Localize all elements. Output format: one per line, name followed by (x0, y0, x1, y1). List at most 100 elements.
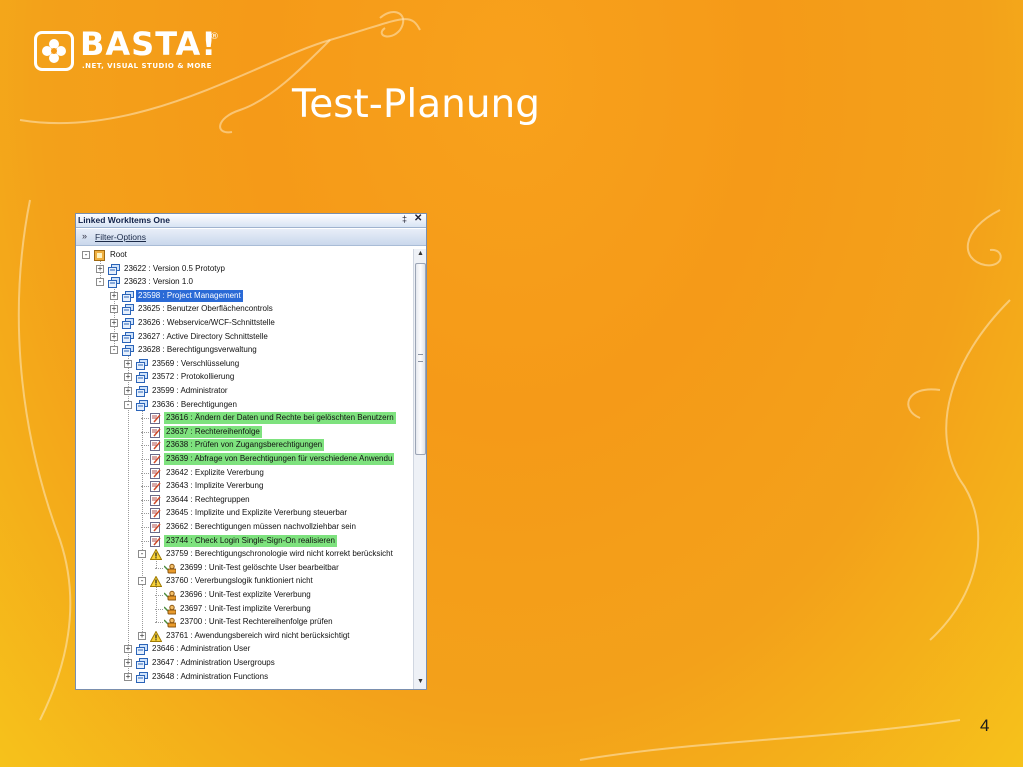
tree-item-label[interactable]: 23645 : Implizite und Explizite Vererbun… (164, 507, 349, 519)
tree-item-label[interactable]: 23760 : Vererbungslogik funktioniert nic… (164, 575, 315, 587)
expand-plus-icon[interactable]: + (138, 631, 146, 640)
basta-logo: BASTA! ® .NET, VISUAL STUDIO & MORE (34, 26, 234, 76)
tree-row[interactable]: +23646 : Administration User (76, 643, 406, 656)
requirement-note-icon (150, 508, 161, 520)
tree-item-label[interactable]: 23643 : Implizite Vererbung (164, 480, 265, 492)
tree-item-label[interactable]: 23700 : Unit-Test Rechtereihenfolge prüf… (178, 616, 335, 628)
collapse-minus-icon[interactable]: - (124, 400, 132, 409)
tree-row[interactable]: 23662 : Berechtigungen müssen nachvollzi… (76, 521, 406, 534)
tree-item-label[interactable]: 23642 : Explizite Vererbung (164, 467, 266, 479)
expand-plus-icon[interactable]: + (124, 672, 132, 681)
tree-row[interactable]: - 23623 : Version 1.0 (76, 276, 406, 289)
tree-item-label[interactable]: 23622 : Version 0.5 Prototyp (122, 263, 227, 275)
pin-icon[interactable]: ‡ (402, 214, 407, 224)
collapse-minus-icon[interactable]: - (82, 251, 90, 259)
tree-item-label[interactable]: 23639 : Abfrage von Berechtigungen für v… (164, 453, 395, 465)
tree-item-label[interactable]: 23761 : Awendungsbereich wird nicht berü… (164, 630, 352, 642)
test-case-icon (164, 563, 176, 574)
tree-item-label[interactable]: 23636 : Berechtigungen (150, 399, 239, 411)
tree-row[interactable]: - 23760 : Vererbungslogik funktioniert ni… (76, 575, 406, 588)
expand-plus-icon[interactable]: + (124, 359, 132, 368)
tree-item-label[interactable]: 23697 : Unit-Test implizite Vererbung (178, 603, 313, 615)
tree-row[interactable]: 23642 : Explizite Vererbung (76, 467, 406, 480)
filter-options-bar[interactable]: » Filter-Options (76, 229, 426, 246)
tree-item-label[interactable]: 23627 : Active Directory Schnittstelle (136, 331, 270, 343)
tree-item-label[interactable]: 23759 : Berechtigungschronologie wird ni… (164, 548, 395, 560)
test-case-icon (164, 604, 176, 615)
panel-title: Linked WorkItems One (78, 215, 170, 225)
scroll-up-arrow-icon[interactable]: ▲ (414, 250, 426, 262)
tree-row[interactable]: +23598 : Project Management (76, 288, 406, 303)
close-icon[interactable]: ✕ (414, 214, 422, 224)
collapse-minus-icon[interactable]: - (138, 550, 146, 559)
tree-row[interactable]: +23627 : Active Directory Schnittstelle (76, 331, 406, 344)
tree-row[interactable]: 23645 : Implizite und Explizite Vererbun… (76, 507, 406, 520)
tree-row[interactable]: +23647 : Administration Usergroups (76, 657, 406, 670)
expand-plus-icon[interactable]: + (124, 387, 132, 395)
tree-row[interactable]: - 23636 : Berechtigungen (76, 399, 406, 412)
tree-row[interactable]: 23696 : Unit-Test explizite Vererbung (76, 589, 406, 602)
collapse-minus-icon[interactable]: - (96, 278, 104, 287)
tree-item-label[interactable]: 23626 : Webservice/WCF-Schnittstelle (136, 317, 277, 329)
tree-item-label[interactable]: 23647 : Administration Usergroups (150, 657, 277, 669)
tree-row[interactable]: +23648 : Administration Functions (76, 671, 406, 684)
basta-flower-logo-icon (34, 31, 74, 71)
tree-row[interactable]: +23761 : Awendungsbereich wird nicht ber… (76, 630, 406, 643)
tree-item-label[interactable]: 23625 : Benutzer Oberflächencontrols (136, 303, 275, 315)
tree-row[interactable]: 23616 : Ändern der Daten und Rechte bei … (76, 412, 406, 425)
tree-row[interactable]: - 23628 : Berechtigungsverwaltung (76, 344, 406, 357)
tree-item-label[interactable]: 23623 : Version 1.0 (122, 276, 195, 288)
tree-item-label[interactable]: 23572 : Protokollierung (150, 371, 236, 383)
tree-item-label[interactable]: 23599 : Administrator (150, 385, 230, 397)
tree-item-label[interactable]: 23644 : Rechtegruppen (164, 494, 252, 506)
scrollbar-thumb[interactable] (415, 263, 426, 455)
tree-item-label[interactable]: 23662 : Berechtigungen müssen nachvollzi… (164, 521, 358, 533)
tree-item-label[interactable]: 23744 : Check Login Single-Sign-On reali… (164, 534, 337, 547)
tree-row[interactable]: +23622 : Version 0.5 Prototyp (76, 263, 406, 276)
tree-row[interactable]: 23644 : Rechtegruppen (76, 494, 406, 507)
expand-plus-icon[interactable]: + (124, 373, 132, 382)
tree-row[interactable]: 23697 : Unit-Test implizite Vererbung (76, 603, 406, 616)
requirement-note-icon (150, 535, 161, 547)
tree-item-label[interactable]: 23598 : Project Management (135, 288, 244, 303)
tree-row[interactable]: 23699 : Unit-Test gelöschte User bearbei… (76, 562, 406, 575)
tree-row[interactable]: +23626 : Webservice/WCF-Schnittstelle (76, 317, 406, 330)
tree-item-label[interactable]: 23648 : Administration Functions (150, 671, 270, 683)
expand-plus-icon[interactable]: + (96, 264, 104, 273)
slide-title: Test-Planung (292, 82, 541, 127)
expand-plus-icon[interactable]: + (110, 305, 118, 314)
logo-tagline: .NET, VISUAL STUDIO & MORE (82, 62, 212, 70)
tree-row[interactable]: 23643 : Implizite Vererbung (76, 480, 406, 493)
tree-row[interactable]: +23569 : Verschlüsselung (76, 358, 406, 371)
collapse-minus-icon[interactable]: - (138, 577, 146, 586)
tree-row[interactable]: 23744 : Check Login Single-Sign-On reali… (76, 534, 406, 548)
tree-row[interactable]: 23639 : Abfrage von Berechtigungen für v… (76, 453, 406, 466)
tree-row[interactable]: +23625 : Benutzer Oberflächencontrols (76, 303, 406, 316)
workitem-stack-icon (108, 277, 120, 289)
tree-item-label[interactable]: 23628 : Berechtigungsverwaltung (136, 344, 259, 356)
tree-item-label[interactable]: Root (108, 249, 129, 261)
tree-item-label[interactable]: 23638 : Prüfen von Zugangsberechtigungen (164, 439, 325, 452)
tree-row[interactable]: 23700 : Unit-Test Rechtereihenfolge prüf… (76, 616, 406, 629)
expand-plus-icon[interactable]: + (110, 332, 118, 341)
tree-item-label[interactable]: 23699 : Unit-Test gelöschte User bearbei… (178, 562, 341, 574)
tree-row[interactable]: +23572 : Protokollierung (76, 371, 406, 384)
tree-item-label[interactable]: 23569 : Verschlüsselung (150, 358, 241, 370)
tree-row[interactable]: +23599 : Administrator (76, 385, 406, 398)
scroll-down-arrow-icon[interactable]: ▼ (414, 678, 426, 689)
tree-item-label[interactable]: 23616 : Ändern der Daten und Rechte bei … (164, 412, 396, 425)
tree-item-label[interactable]: 23646 : Administration User (150, 643, 252, 655)
tree-row[interactable]: - 23759 : Berechtigungschronologie wird n… (76, 548, 406, 561)
workitem-stack-icon (136, 386, 148, 397)
tree-item-label[interactable]: 23696 : Unit-Test explizite Vererbung (178, 589, 313, 601)
expand-plus-icon[interactable]: + (110, 291, 118, 300)
expand-plus-icon[interactable]: + (124, 645, 132, 654)
tree-row[interactable]: 23638 : Prüfen von Zugangsberechtigungen (76, 439, 406, 452)
vertical-scrollbar[interactable]: ▲ ▼ (413, 249, 426, 689)
expand-plus-icon[interactable]: + (110, 319, 118, 327)
tree-row[interactable]: - Root (76, 249, 406, 262)
tree-row[interactable]: 23637 : Rechtereihenfolge (76, 425, 406, 439)
collapse-minus-icon[interactable]: - (110, 346, 118, 355)
tree-item-label[interactable]: 23637 : Rechtereihenfolge (164, 425, 262, 438)
expand-plus-icon[interactable]: + (124, 659, 132, 667)
